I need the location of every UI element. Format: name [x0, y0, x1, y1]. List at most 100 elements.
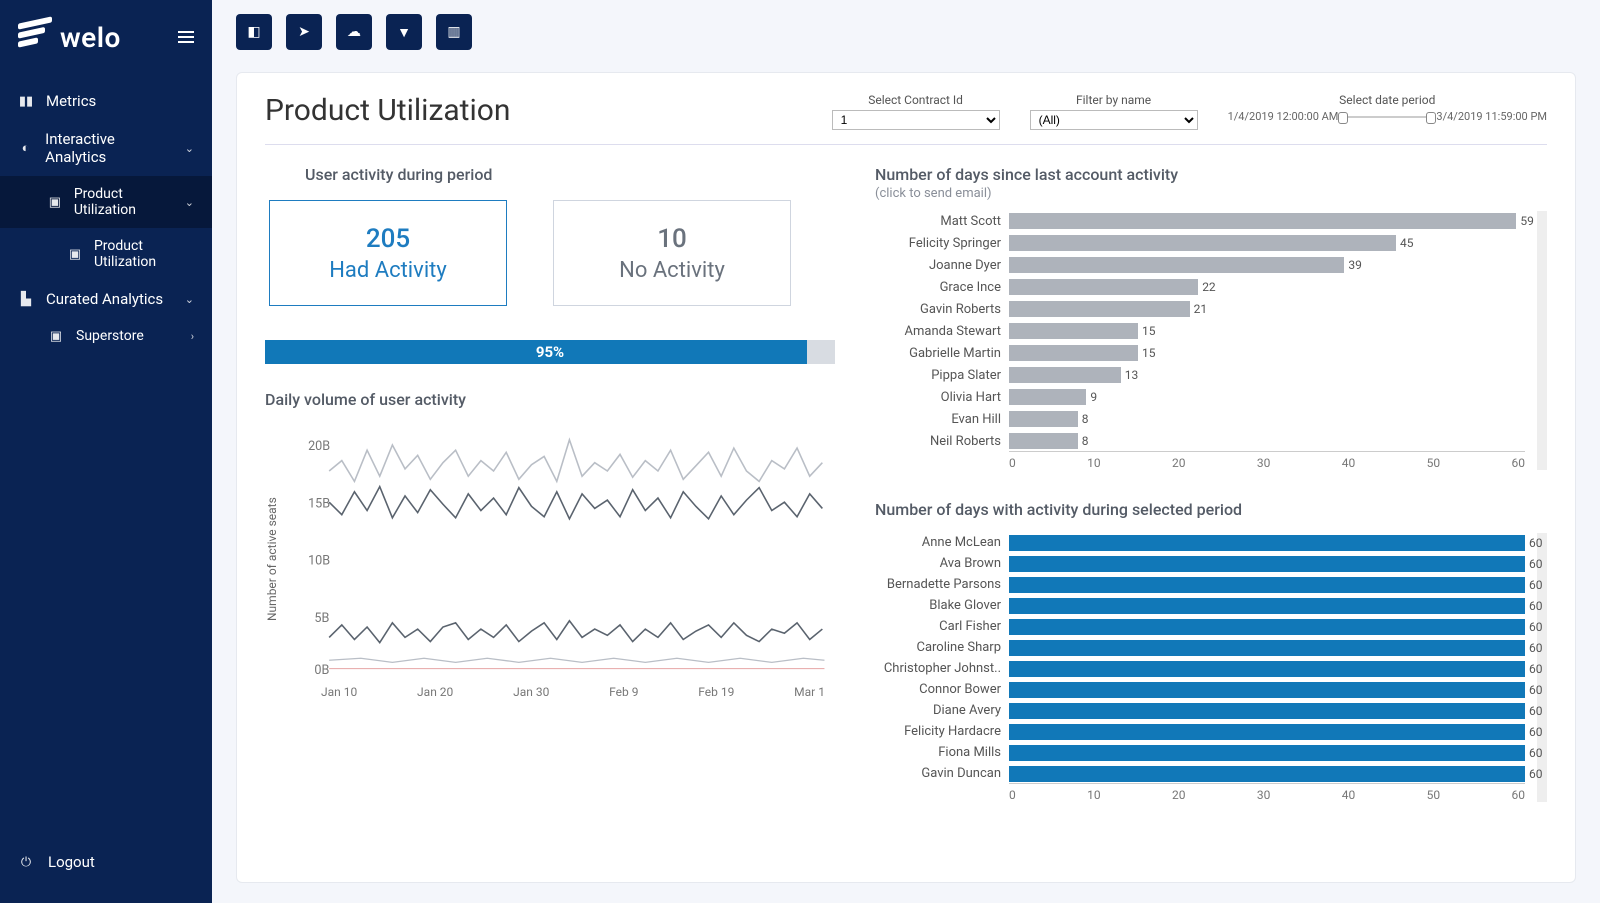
- kpi-value: 205: [366, 224, 410, 254]
- nav-product-utilization[interactable]: ▣ Product Utilization ⌄: [0, 176, 212, 228]
- bar-name: Ava Brown: [875, 556, 1001, 571]
- nav-interactive-analytics[interactable]: ◐ Interactive Analytics ⌄: [0, 120, 212, 176]
- chevron-right-icon: ›: [191, 330, 194, 343]
- kpi-title: User activity during period: [265, 165, 835, 184]
- bar-name: Pippa Slater: [875, 368, 1001, 383]
- bar-value: 15: [1138, 345, 1156, 361]
- bar-row[interactable]: Anne McLean60: [875, 533, 1525, 552]
- bar-name: Olivia Hart: [875, 390, 1001, 405]
- bar-row[interactable]: Christopher Johnst..60: [875, 659, 1525, 678]
- bar-value: 60: [1525, 724, 1543, 740]
- bar-value: 60: [1525, 619, 1543, 635]
- bar-name: Anne McLean: [875, 535, 1001, 550]
- bar-name: Amanda Stewart: [875, 324, 1001, 339]
- bar-row[interactable]: Connor Bower60: [875, 680, 1525, 699]
- svg-text:0B: 0B: [314, 663, 329, 678]
- bar-name: Christopher Johnst..: [875, 661, 1001, 676]
- name-select[interactable]: (All): [1030, 110, 1198, 130]
- bar-row[interactable]: Felicity Hardacre60: [875, 722, 1525, 741]
- bar-row[interactable]: Ava Brown60: [875, 554, 1525, 573]
- kpi-label: No Activity: [619, 258, 725, 283]
- bar-chart-icon: ▮▮: [18, 94, 34, 109]
- chart2-title: Number of days with activity during sele…: [875, 500, 1547, 519]
- kpi-had-activity: 205 Had Activity: [269, 200, 507, 306]
- nav-metrics[interactable]: ▮▮ Metrics: [0, 82, 212, 120]
- logout-label: Logout: [48, 853, 95, 871]
- bar-row[interactable]: Joanne Dyer39: [875, 255, 1525, 275]
- bar-row[interactable]: Amanda Stewart15: [875, 321, 1525, 341]
- filter-label: Select Contract Id: [832, 93, 1000, 107]
- bar-value: 8: [1078, 433, 1089, 449]
- report-icon: ▣: [48, 195, 62, 210]
- bar-value: 60: [1525, 703, 1543, 719]
- bar-row[interactable]: Bernadette Parsons60: [875, 575, 1525, 594]
- chart-scrollbar[interactable]: [1537, 211, 1547, 470]
- menu-toggle-icon[interactable]: [178, 31, 194, 43]
- bar-name: Blake Glover: [875, 598, 1001, 613]
- send-button[interactable]: ➤: [286, 14, 322, 50]
- bar-row[interactable]: Gabrielle Martin 15: [875, 343, 1525, 363]
- bar-row[interactable]: Evan Hill8: [875, 409, 1525, 429]
- bar-value: 60: [1525, 640, 1543, 656]
- bar-name: Neil Roberts: [875, 434, 1001, 449]
- filter-button[interactable]: ▼: [386, 14, 422, 50]
- bar-name: Bernadette Parsons: [875, 577, 1001, 592]
- days-with-activity-chart[interactable]: Anne McLean60 Ava Brown60 Bernadette Parso…: [875, 533, 1525, 802]
- page-title: Product Utilization: [265, 93, 510, 128]
- svg-text:10B: 10B: [308, 554, 330, 569]
- nav-superstore[interactable]: ▣ Superstore ›: [0, 318, 212, 354]
- sidebar: welo ▮▮ Metrics ◐ Interactive Analytics …: [0, 0, 212, 903]
- report-icon: ▣: [68, 247, 82, 262]
- nav: ▮▮ Metrics ◐ Interactive Analytics ⌄ ▣ P…: [0, 78, 212, 833]
- nav-product-utilization-child[interactable]: ▣ Product Utilization: [0, 228, 212, 280]
- days-since-activity-chart[interactable]: Matt Scott59Felicity Springer45Joanne Dy…: [875, 211, 1525, 470]
- cube-button[interactable]: ◧: [236, 14, 272, 50]
- bar-row[interactable]: Carl Fisher60: [875, 617, 1525, 636]
- bar-row[interactable]: Felicity Springer45: [875, 233, 1525, 253]
- paper-plane-icon: ➤: [298, 24, 310, 40]
- bar-row[interactable]: Gavin Roberts21: [875, 299, 1525, 319]
- bar-value: 22: [1198, 279, 1216, 295]
- bar-row[interactable]: Olivia Hart9: [875, 387, 1525, 407]
- bar-row[interactable]: Fiona Mills60: [875, 743, 1525, 762]
- bar-name: Connor Bower: [875, 682, 1001, 697]
- bar-row[interactable]: Gavin Duncan60: [875, 764, 1525, 783]
- x-axis-ticks: Jan 10 Jan 20 Jan 30 Feb 9 Feb 19 Mar 1: [287, 679, 835, 699]
- bar-row[interactable]: Blake Glover60: [875, 596, 1525, 615]
- bar-row[interactable]: Pippa Slater13: [875, 365, 1525, 385]
- bar-row[interactable]: Diane Avery60: [875, 701, 1525, 720]
- bar-value: 60: [1525, 598, 1543, 614]
- contract-select[interactable]: 1: [832, 110, 1000, 130]
- bar-name: Caroline Sharp: [875, 640, 1001, 655]
- bar-name: Evan Hill: [875, 412, 1001, 427]
- kpi-label: Had Activity: [329, 258, 447, 283]
- chart1-title: Number of days since last account activi…: [875, 165, 1547, 184]
- toolbar: ◧ ➤ ☁ ▼ ▥: [212, 0, 1600, 54]
- cloud-upload-icon: ☁: [347, 24, 361, 40]
- bar-name: Gabrielle Martin: [875, 346, 1001, 361]
- logo: welo: [18, 20, 121, 54]
- bar-row[interactable]: Matt Scott59: [875, 211, 1525, 231]
- bar-value: 59: [1516, 213, 1534, 229]
- bar-row[interactable]: Grace Ince22: [875, 277, 1525, 297]
- bar-row[interactable]: Caroline Sharp60: [875, 638, 1525, 657]
- logo-mark-icon: [18, 16, 52, 57]
- columns-button[interactable]: ▥: [436, 14, 472, 50]
- bar-row[interactable]: Neil Roberts 8: [875, 431, 1525, 451]
- utilization-progress: 95%: [265, 340, 835, 364]
- bar-value: 60: [1525, 766, 1543, 782]
- date-slider[interactable]: [1342, 116, 1432, 118]
- filter-contract: Select Contract Id 1: [832, 93, 1000, 130]
- bar-name: Gavin Roberts: [875, 302, 1001, 317]
- svg-text:20B: 20B: [308, 439, 330, 454]
- nav-label: Superstore: [76, 328, 144, 344]
- nav-label: Product Utilization: [74, 186, 173, 218]
- nav-label: Product Utilization: [94, 238, 194, 270]
- bar-name: Carl Fisher: [875, 619, 1001, 634]
- dashboard-panel: Product Utilization Select Contract Id 1…: [236, 72, 1576, 883]
- kpi-no-activity: 10 No Activity: [553, 200, 791, 306]
- upload-button[interactable]: ☁: [336, 14, 372, 50]
- logout-button[interactable]: ⏻ Logout: [0, 833, 212, 903]
- daily-volume-chart[interactable]: 0B 5B 10B 15B 20B: [287, 419, 835, 699]
- nav-curated-analytics[interactable]: ▙ Curated Analytics ⌄: [0, 280, 212, 318]
